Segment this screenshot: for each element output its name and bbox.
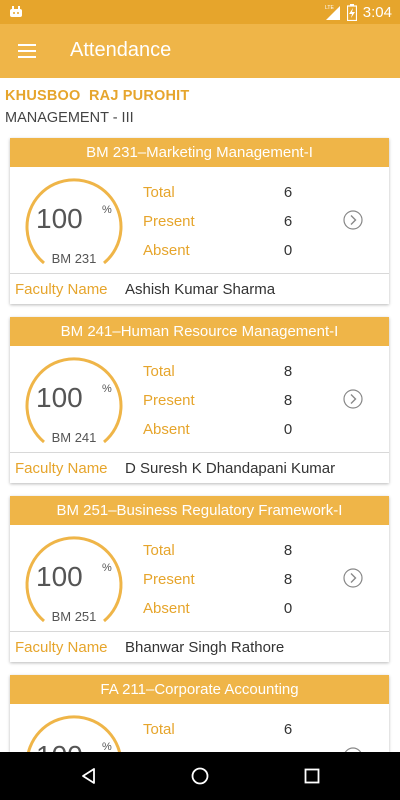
faculty-name: Bhanwar Singh Rathore	[125, 639, 285, 656]
faculty-name: Ashish Kumar Sharma	[125, 281, 276, 298]
percent-sign: %	[102, 562, 112, 574]
absent-value: 0	[283, 242, 293, 259]
absent-value: 0	[283, 421, 293, 438]
present-label: Present	[143, 571, 195, 588]
absent-value: 0	[283, 600, 293, 617]
gauge-course-code: BM 241	[51, 430, 97, 445]
chevron-right-circle-icon[interactable]	[343, 210, 363, 230]
attendance-percent: 100	[36, 740, 83, 752]
total-value: 6	[283, 184, 293, 201]
lte-signal-icon: LTE	[325, 5, 340, 20]
present-value: 8	[283, 392, 293, 409]
battery-icon	[346, 3, 357, 21]
course-title: BM 241–Human Resource Management-I	[10, 317, 389, 346]
page-title: Attendance	[70, 39, 172, 61]
faculty-label: Faculty Name	[15, 639, 108, 656]
total-label: Total	[143, 184, 175, 201]
percent-sign: %	[102, 741, 112, 752]
divider	[10, 631, 389, 632]
percent-sign: %	[102, 383, 112, 395]
course-card[interactable]: BM 251–Business Regulatory Framework-I 1…	[10, 496, 389, 662]
android-icon	[10, 6, 22, 17]
present-value: 8	[283, 571, 293, 588]
absent-label: Absent	[143, 242, 190, 259]
status-time: 3:04	[362, 3, 392, 21]
recents-nav-icon[interactable]	[302, 766, 322, 786]
gauge-course-code: BM 231	[51, 251, 97, 266]
course-card[interactable]: FA 211–Corporate Accounting 100 % Total …	[10, 675, 389, 752]
percent-sign: %	[102, 204, 112, 216]
chevron-right-circle-icon[interactable]	[343, 389, 363, 409]
menu-icon[interactable]	[16, 42, 38, 60]
course-title: FA 211–Corporate Accounting	[10, 675, 389, 704]
divider	[10, 452, 389, 453]
gauge-course-code: BM 251	[51, 609, 97, 624]
app-bar: Attendance	[0, 24, 400, 78]
absent-label: Absent	[143, 421, 190, 438]
student-name: KHUSBOO RAJ PUROHIT	[5, 88, 190, 104]
course-title: BM 251–Business Regulatory Framework-I	[10, 496, 389, 525]
student-program: MANAGEMENT - III	[5, 110, 134, 126]
attendance-percent: 100	[36, 561, 83, 592]
total-label: Total	[143, 363, 175, 380]
present-value: 6	[283, 213, 293, 230]
total-label: Total	[143, 721, 175, 738]
present-label: Present	[143, 392, 195, 409]
total-value: 6	[283, 721, 293, 738]
course-title: BM 231–Marketing Management-I	[10, 138, 389, 167]
home-nav-icon[interactable]	[190, 766, 210, 786]
total-value: 8	[283, 542, 293, 559]
present-label: Present	[143, 213, 195, 230]
system-nav-bar	[0, 752, 400, 800]
course-card[interactable]: BM 231–Marketing Management-I 100 % BM 2…	[10, 138, 389, 304]
divider	[10, 273, 389, 274]
status-bar: LTE 3:04	[0, 0, 400, 24]
absent-label: Absent	[143, 600, 190, 617]
faculty-label: Faculty Name	[15, 281, 108, 298]
total-value: 8	[283, 363, 293, 380]
attendance-percent: 100	[36, 203, 83, 234]
svg-text:LTE: LTE	[325, 5, 334, 11]
faculty-name: D Suresh K Dhandapani Kumar	[125, 460, 336, 477]
course-card[interactable]: BM 241–Human Resource Management-I 100 %…	[10, 317, 389, 483]
total-label: Total	[143, 542, 175, 559]
chevron-right-circle-icon[interactable]	[343, 568, 363, 588]
faculty-label: Faculty Name	[15, 460, 108, 477]
back-nav-icon[interactable]	[79, 766, 99, 786]
attendance-percent: 100	[36, 382, 83, 413]
